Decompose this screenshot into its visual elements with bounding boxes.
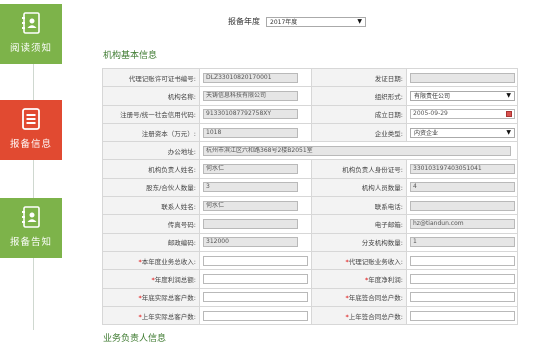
- sidebar-connector-line: [33, 50, 34, 330]
- calendar-icon[interactable]: [506, 111, 512, 118]
- license-number-field[interactable]: DLZ33010820170001: [203, 72, 298, 83]
- form-row: 机构负责人姓名: 何水仁 机构负责人身份证号: 3301031974030510…: [102, 159, 518, 179]
- form-row: 代理记账许可证书编号: DLZ33010820170001 发证日期:: [102, 67, 518, 88]
- postal-code-field[interactable]: 312000: [203, 237, 298, 248]
- field-label: 上年签合同总户数:: [348, 312, 403, 321]
- field-label: 办公地址:: [102, 141, 200, 161]
- credit-code-field[interactable]: 913301087792758XY: [203, 109, 298, 120]
- section-title-business-head: 业务负责人信息: [103, 334, 167, 344]
- organization-form-value: 有限责任公司: [414, 93, 451, 101]
- enterprise-type-select[interactable]: 内资企业 ▼: [410, 127, 515, 138]
- year-select-value: 2017年度: [270, 19, 298, 26]
- bookkeeping-revenue-field[interactable]: [410, 255, 515, 266]
- chevron-down-icon: ▼: [506, 92, 511, 100]
- net-profit-field[interactable]: [410, 273, 515, 284]
- field-label: 组织形式:: [311, 86, 407, 106]
- issue-date-field[interactable]: [410, 72, 515, 83]
- year-label: 报备年度: [228, 17, 260, 26]
- form-row: 注册号/统一社会信用代码: 913301087792758XY 成立日期: 20…: [102, 104, 518, 124]
- field-label: 年底签合同总户数:: [348, 294, 403, 303]
- staff-count-field[interactable]: 4: [410, 182, 515, 193]
- organization-form-select[interactable]: 有限责任公司 ▼: [410, 90, 515, 101]
- year-end-contracts-field[interactable]: [410, 292, 515, 303]
- registered-capital-field[interactable]: 1018: [203, 127, 298, 138]
- form-row: *上年实际总客户数: *上年签合同总户数:: [102, 305, 518, 326]
- established-date-field[interactable]: 2005-09-29: [410, 109, 515, 120]
- field-label: 发证日期:: [311, 67, 407, 88]
- field-label: 企业类型:: [311, 122, 407, 143]
- field-label: 年底实际总客户数:: [141, 294, 196, 303]
- form-row: 机构名称: 天铸信息科技有限公司 组织形式: 有限责任公司 ▼: [102, 86, 518, 106]
- list-document-icon: [22, 108, 40, 130]
- sidebar-item-label: 报备告知: [9, 237, 52, 248]
- branch-count-field[interactable]: 1: [410, 237, 515, 248]
- established-date-value: 2005-09-29: [413, 110, 448, 118]
- field-label: 传真号码:: [102, 214, 200, 234]
- section-title-institution: 机构基本信息: [103, 51, 158, 61]
- field-label: 注册资本（万元）:: [102, 122, 200, 143]
- last-year-contracts-field[interactable]: [410, 310, 515, 321]
- year-select[interactable]: 2017年度 ▼: [266, 16, 366, 27]
- head-name-field[interactable]: 何水仁: [203, 164, 298, 175]
- total-profit-field[interactable]: [203, 273, 308, 284]
- year-end-clients-field[interactable]: [203, 292, 308, 303]
- sidebar-item-filing-notice[interactable]: 报备告知: [0, 198, 62, 258]
- field-label: 邮政编码:: [102, 232, 200, 252]
- enterprise-type-value: 内资企业: [414, 130, 439, 138]
- email-field[interactable]: hz@tiandun.com: [410, 219, 515, 230]
- chevron-down-icon: ▼: [506, 129, 511, 137]
- institution-form-table: 代理记账许可证书编号: DLZ33010820170001 发证日期: 机构名称…: [102, 67, 518, 326]
- sidebar-item-label: 报备信息: [9, 139, 52, 150]
- fax-field[interactable]: [203, 219, 298, 230]
- form-row: *本年度业务总收入: *代理记账业务收入:: [102, 250, 518, 271]
- field-label: 本年度业务总收入:: [141, 257, 196, 266]
- field-label: 代理记账业务收入:: [348, 257, 403, 266]
- annual-revenue-field[interactable]: [203, 255, 308, 266]
- field-label: 机构名称:: [102, 86, 200, 106]
- sidebar-item-filing-info[interactable]: 报备信息: [0, 100, 62, 160]
- field-label: 股东/合伙人数量:: [102, 177, 200, 198]
- field-label: 机构负责人姓名:: [102, 159, 200, 179]
- field-label: 成立日期:: [311, 104, 407, 124]
- field-label: 联系电话:: [311, 196, 407, 216]
- form-row: *年度利润总额: *年度净利润:: [102, 269, 518, 289]
- year-selector-row: 报备年度 2017年度 ▼: [228, 16, 366, 27]
- form-row: 联系人姓名: 何水仁 联系电话:: [102, 196, 518, 216]
- field-label: 机构人员数量:: [311, 177, 407, 198]
- field-label: 年度净利润:: [368, 275, 403, 284]
- office-address-field[interactable]: 杭州市滨江区六和路368号2楼B2051室: [203, 145, 511, 156]
- form-row: 办公地址: 杭州市滨江区六和路368号2楼B2051室: [102, 141, 518, 161]
- sidebar-item-reading-notice[interactable]: 阅读须知: [0, 4, 62, 64]
- field-label: 分支机构数量:: [311, 232, 407, 252]
- field-label: 上年实际总客户数:: [141, 312, 196, 321]
- field-label: 机构负责人身份证号:: [311, 159, 407, 179]
- field-label: 代理记账许可证书编号:: [102, 67, 200, 88]
- form-row: 注册资本（万元）: 1018 企业类型: 内资企业 ▼: [102, 122, 518, 143]
- form-row: 股东/合伙人数量: 3 机构人员数量: 4: [102, 177, 518, 198]
- chevron-down-icon: ▼: [357, 18, 362, 25]
- field-label: 电子邮箱:: [311, 214, 407, 234]
- field-label: 注册号/统一社会信用代码:: [102, 104, 200, 124]
- contact-book-icon: [22, 12, 40, 34]
- head-id-field[interactable]: 330103197403051041: [410, 164, 515, 175]
- form-row: 传真号码: 电子邮箱: hz@tiandun.com: [102, 214, 518, 234]
- form-row: 邮政编码: 312000 分支机构数量: 1: [102, 232, 518, 252]
- last-year-clients-field[interactable]: [203, 310, 308, 321]
- contact-name-field[interactable]: 何水仁: [203, 200, 298, 211]
- contact-book-icon: [22, 206, 40, 228]
- field-label: 联系人姓名:: [102, 196, 200, 216]
- sidebar-item-label: 阅读须知: [9, 43, 52, 54]
- shareholder-count-field[interactable]: 3: [203, 182, 298, 193]
- contact-phone-field[interactable]: [410, 200, 515, 211]
- institution-name-field[interactable]: 天铸信息科技有限公司: [203, 90, 298, 101]
- sidebar: 阅读须知 报备信息 报备告知: [0, 0, 72, 352]
- field-label: 年度利润总额:: [154, 275, 196, 284]
- form-row: *年底实际总客户数: *年底签合同总户数:: [102, 287, 518, 307]
